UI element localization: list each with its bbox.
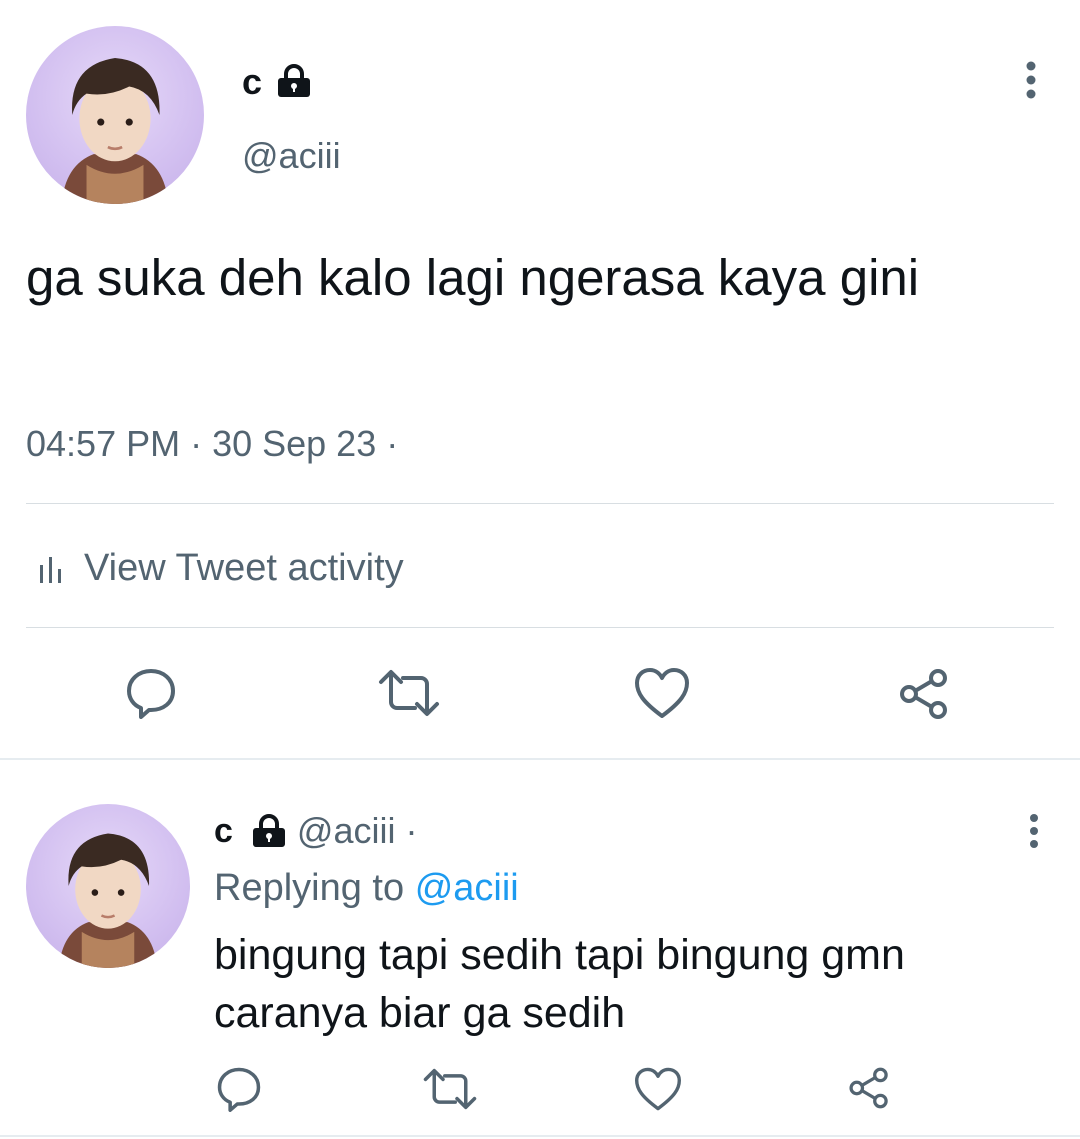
lock-icon (276, 64, 312, 98)
avatar-image (58, 833, 158, 968)
more-options-icon[interactable] (1014, 58, 1048, 102)
author-handle[interactable]: @aciii (242, 136, 341, 176)
avatar-image (61, 58, 169, 204)
author-display-name[interactable]: c (242, 62, 262, 102)
share-icon[interactable] (844, 1064, 894, 1112)
replying-to-label: Replying to (214, 867, 405, 909)
author-avatar[interactable] (26, 26, 204, 204)
divider (26, 627, 1054, 628)
replying-to-line: Replying to @aciii (214, 866, 519, 910)
reply-icon[interactable] (124, 666, 178, 720)
reply-text: bingung tapi sedih tapi bingung gmn cara… (214, 931, 905, 1037)
retweet-icon[interactable] (376, 666, 442, 720)
view-activity-link[interactable]: View Tweet activity (38, 546, 404, 590)
share-icon[interactable] (894, 666, 954, 722)
reply-more-options-icon[interactable] (1018, 810, 1050, 852)
reply-author-avatar[interactable] (26, 804, 190, 968)
reply-header: c @aciii · (214, 810, 417, 852)
view-activity-label: View Tweet activity (84, 547, 404, 589)
divider (26, 503, 1054, 504)
lock-icon (251, 814, 287, 848)
like-icon[interactable] (632, 664, 692, 722)
tweet-text: ga suka deh kalo lagi ngerasa kaya gini (26, 249, 920, 306)
section-divider (0, 1135, 1080, 1137)
reply-handle[interactable]: @aciii · (297, 811, 418, 851)
retweet-icon[interactable] (420, 1066, 480, 1112)
tweet-timestamp[interactable]: 04:57 PM · 30 Sep 23 · (26, 424, 398, 464)
like-icon[interactable] (632, 1064, 684, 1114)
reply-display-name[interactable]: c (214, 811, 233, 851)
section-divider (0, 758, 1080, 760)
replying-to-handle[interactable]: @aciii (415, 867, 519, 909)
bar-chart-icon (38, 553, 68, 583)
reply-icon[interactable] (214, 1064, 264, 1114)
